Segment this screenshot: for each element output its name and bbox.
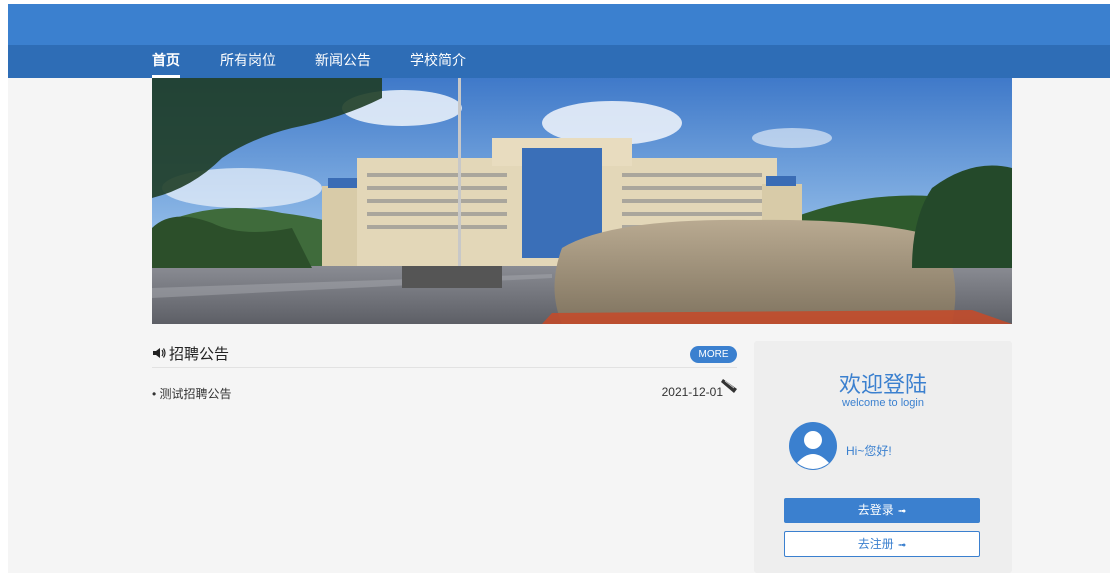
recruitment-notice-section: 招聘公告 MORE • 测试招聘公告 2021-12-01 (152, 341, 737, 561)
arrow-right-icon: ➟ (897, 506, 907, 517)
welcome-subtitle: welcome to login (842, 397, 924, 409)
arrow-right-icon: ➟ (897, 540, 907, 551)
login-panel: 欢迎登陆 welcome to login Hi~您好! 去登录 ➟ 去注册 ➟ (754, 341, 1012, 573)
page-frame: 首页 所有岗位 新闻公告 学校简介 招聘公告 MORE • 测试招聘公告 202… (8, 4, 1110, 573)
nav-item-news[interactable]: 新闻公告 (315, 45, 371, 78)
new-icon (721, 379, 737, 393)
greeting-text: Hi~您好! (846, 444, 892, 458)
main-nav: 首页 所有岗位 新闻公告 学校简介 (8, 45, 1110, 78)
welcome-title: 欢迎登陆 (838, 372, 927, 397)
notice-header: 招聘公告 MORE (152, 341, 737, 368)
login-button[interactable]: 去登录 ➟ (784, 498, 980, 523)
nav-item-all-positions[interactable]: 所有岗位 (220, 45, 276, 78)
register-button[interactable]: 去注册 ➟ (784, 531, 980, 557)
campus-banner-image (152, 78, 1012, 324)
notice-item-title[interactable]: • 测试招聘公告 (152, 385, 232, 402)
notice-item-date: 2021-12-01 (661, 385, 723, 399)
nav-item-school-intro[interactable]: 学校简介 (410, 45, 466, 78)
header-bar (8, 4, 1110, 45)
speaker-icon (153, 348, 166, 358)
nav-item-home[interactable]: 首页 (152, 45, 180, 78)
campus-banner (152, 78, 1012, 324)
notice-title: 招聘公告 (169, 346, 230, 363)
list-item[interactable]: • 测试招聘公告 2021-12-01 (152, 379, 737, 403)
user-avatar-icon (789, 422, 837, 470)
register-button-label: 去注册 (857, 537, 894, 551)
more-button[interactable]: MORE (690, 346, 737, 363)
login-button-label: 去登录 (857, 503, 894, 517)
